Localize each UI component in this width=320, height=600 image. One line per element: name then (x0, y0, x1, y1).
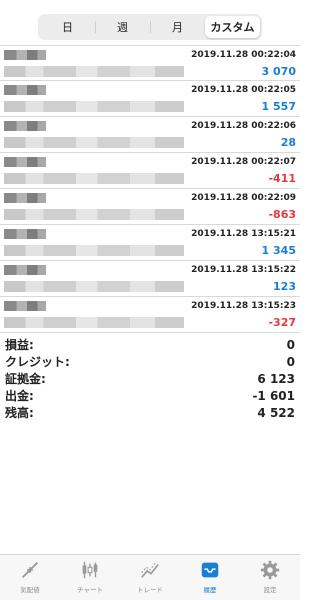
summary-label: 損益: (5, 338, 34, 352)
tab-month[interactable]: 月 (150, 16, 205, 38)
summary-row-deposit: 証拠金: 6 123 (0, 370, 300, 387)
trade-row[interactable]: 2019.11.28 00:22:09 -863 (0, 189, 300, 225)
trade-time: 2019.11.28 00:22:07 (191, 157, 296, 167)
nav-label: チャート (77, 586, 103, 594)
nav-quotes[interactable]: 気配値 (0, 555, 60, 600)
summary-label: 証拠金: (5, 372, 46, 386)
settings-icon (260, 560, 280, 580)
summary-row-balance: 残高: 4 522 (0, 404, 300, 421)
redacted-details (4, 173, 184, 184)
nav-label: 気配値 (20, 586, 40, 594)
redacted-details (4, 209, 184, 220)
redacted-details (4, 137, 184, 148)
tab-day[interactable]: 日 (40, 16, 95, 38)
trade-profit: 28 (280, 136, 296, 149)
redacted-symbol (4, 157, 46, 167)
trade-time: 2019.11.28 13:15:23 (191, 301, 296, 311)
summary-value: 4 522 (257, 405, 295, 420)
redacted-symbol (4, 229, 46, 239)
trade-row[interactable]: 2019.11.28 00:22:07 -411 (0, 153, 300, 189)
summary-value: 6 123 (257, 371, 295, 386)
redacted-details (4, 66, 184, 77)
period-segmented-control: 日 週 月 カスタム (38, 14, 262, 40)
redacted-details (4, 281, 184, 292)
trade-row[interactable]: 2019.11.28 13:15:22 123 (0, 261, 300, 297)
nav-chart[interactable]: チャート (60, 555, 120, 600)
trade-icon (141, 561, 159, 578)
redacted-symbol (4, 121, 46, 131)
quotes-icon (22, 562, 38, 578)
trade-time: 2019.11.28 00:22:04 (191, 50, 296, 60)
trade-profit: -411 (268, 172, 296, 185)
trade-profit: 1 345 (261, 244, 296, 257)
redacted-symbol (4, 301, 46, 311)
nav-label: 履歴 (203, 586, 217, 594)
redacted-symbol (4, 85, 46, 95)
summary-label: クレジット: (5, 355, 70, 369)
trade-profit: 123 (273, 280, 296, 293)
history-icon (201, 562, 219, 578)
trade-time: 2019.11.28 00:22:06 (191, 121, 296, 131)
nav-label: トレード (137, 586, 163, 594)
trade-profit: 3 070 (261, 65, 296, 78)
summary-row-withdrawal: 出金: -1 601 (0, 387, 300, 404)
trade-time: 2019.11.28 13:15:21 (191, 229, 296, 239)
redacted-symbol (4, 193, 46, 203)
summary-row-credit: クレジット: 0 (0, 353, 300, 370)
bottom-tab-bar: 気配値 チャート トレード 履歴 設定 (0, 554, 300, 600)
trade-row[interactable]: 2019.11.28 13:15:21 1 345 (0, 225, 300, 261)
redacted-details (4, 101, 184, 112)
trade-profit: 1 557 (261, 100, 296, 113)
trade-row[interactable]: 2019.11.28 00:22:06 28 (0, 117, 300, 153)
redacted-details (4, 317, 184, 328)
summary-value: 0 (286, 337, 295, 352)
nav-settings[interactable]: 設定 (240, 555, 300, 600)
trade-row[interactable]: 2019.11.28 00:22:04 3 070 (0, 45, 300, 81)
trade-time: 2019.11.28 00:22:05 (191, 85, 296, 95)
trade-row[interactable]: 2019.11.28 13:15:23 -327 (0, 297, 300, 333)
summary-label: 出金: (5, 389, 34, 403)
trade-profit: -863 (268, 208, 296, 221)
redacted-details (4, 245, 184, 256)
redacted-symbol (4, 265, 46, 275)
summary-row-profit: 損益: 0 (0, 336, 300, 353)
tab-custom[interactable]: カスタム (205, 16, 260, 38)
trade-history-list: 2019.11.28 00:22:04 3 070 2019.11.28 00:… (0, 45, 300, 333)
chart-icon (82, 561, 98, 579)
summary-label: 残高: (5, 406, 34, 420)
tab-week[interactable]: 週 (95, 16, 150, 38)
nav-trade[interactable]: トレード (120, 555, 180, 600)
trade-time: 2019.11.28 13:15:22 (191, 265, 296, 275)
summary-value: -1 601 (252, 388, 295, 403)
redacted-symbol (4, 50, 46, 60)
nav-history[interactable]: 履歴 (180, 555, 240, 600)
trade-profit: -327 (268, 316, 296, 329)
trade-time: 2019.11.28 00:22:09 (191, 193, 296, 203)
nav-label: 設定 (263, 586, 277, 594)
summary-value: 0 (286, 354, 295, 369)
trade-row[interactable]: 2019.11.28 00:22:05 1 557 (0, 81, 300, 117)
account-summary: 損益: 0 クレジット: 0 証拠金: 6 123 出金: -1 601 残高:… (0, 336, 300, 421)
